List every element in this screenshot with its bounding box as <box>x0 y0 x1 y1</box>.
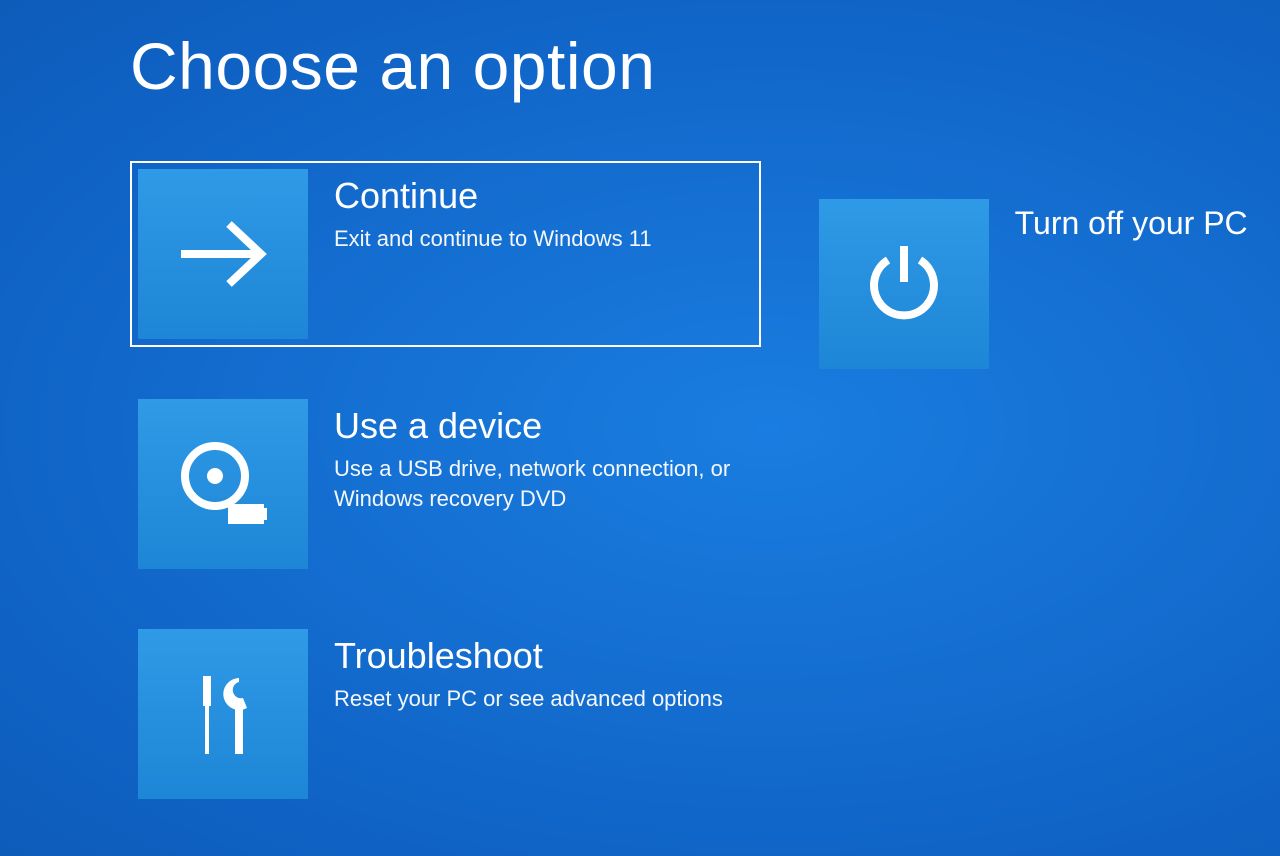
power-icon <box>819 199 989 369</box>
use-device-description: Use a USB drive, network connection, or … <box>334 454 753 513</box>
continue-description: Exit and continue to Windows 11 <box>334 224 652 254</box>
troubleshoot-title: Troubleshoot <box>334 635 723 676</box>
use-device-title: Use a device <box>334 405 753 446</box>
troubleshoot-labels: Troubleshoot Reset your PC or see advanc… <box>334 629 723 714</box>
turn-off-title: Turn off your PC <box>1015 205 1248 242</box>
page-title: Choose an option <box>130 30 1280 103</box>
disc-usb-icon <box>138 399 308 569</box>
continue-option[interactable]: Continue Exit and continue to Windows 11 <box>130 161 761 347</box>
use-device-labels: Use a device Use a USB drive, network co… <box>334 399 753 514</box>
turn-off-labels: Turn off your PC <box>1015 199 1248 250</box>
options-grid: Continue Exit and continue to Windows 11… <box>130 161 1280 807</box>
options-column-left: Continue Exit and continue to Windows 11… <box>130 161 761 807</box>
use-device-option[interactable]: Use a device Use a USB drive, network co… <box>130 391 761 577</box>
recovery-screen: Choose an option Continue Exit and conti… <box>0 0 1280 856</box>
troubleshoot-option[interactable]: Troubleshoot Reset your PC or see advanc… <box>130 621 761 807</box>
options-column-right: Turn off your PC <box>811 161 1280 807</box>
continue-title: Continue <box>334 175 652 216</box>
turn-off-option[interactable]: Turn off your PC <box>811 191 1280 377</box>
troubleshoot-description: Reset your PC or see advanced options <box>334 684 723 714</box>
continue-labels: Continue Exit and continue to Windows 11 <box>334 169 652 254</box>
arrow-right-icon <box>138 169 308 339</box>
tools-icon <box>138 629 308 799</box>
